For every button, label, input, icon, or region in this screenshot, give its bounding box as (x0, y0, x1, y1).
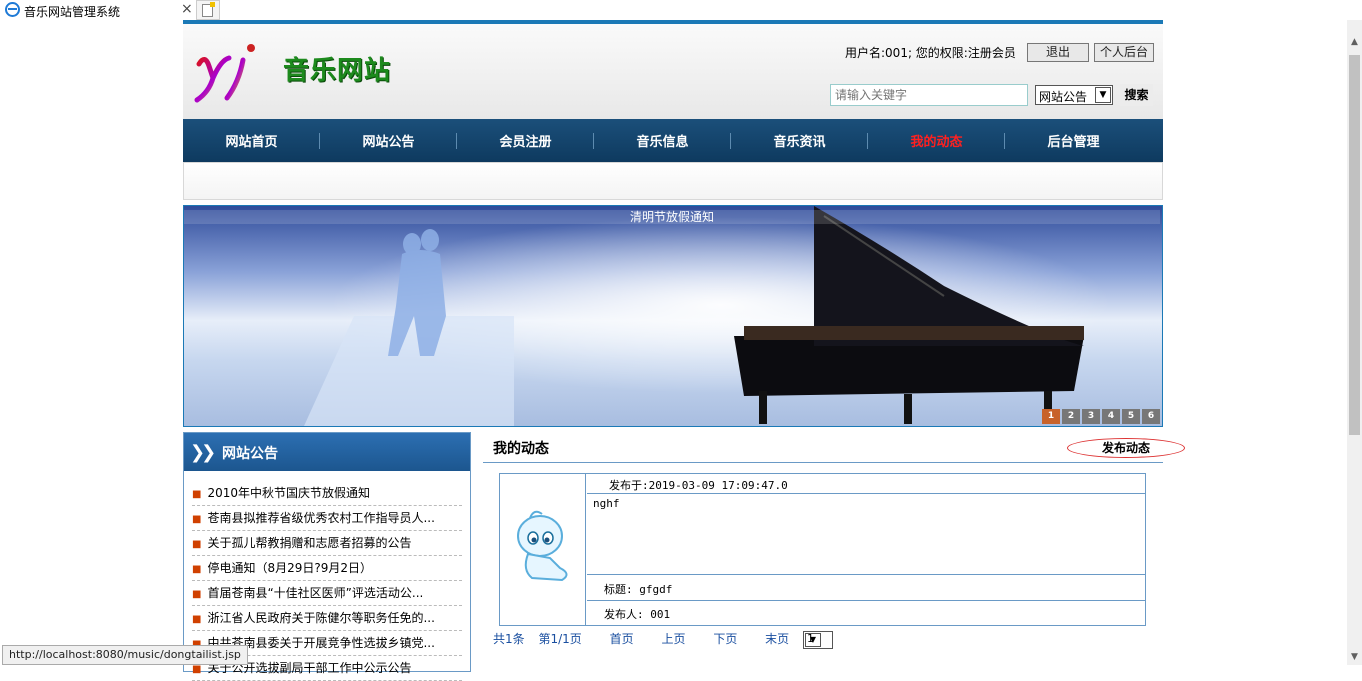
site-logo-text: 音乐网站 (283, 56, 392, 86)
close-tab-icon[interactable]: × (181, 1, 193, 17)
avatar-image (517, 510, 568, 582)
update-post: 发布于:2019-03-09 17:09:47.0 nghf 标题: gfgdf… (499, 473, 1146, 626)
nav-admin[interactable]: 后台管理 (1005, 131, 1142, 150)
announcements-title: 网站公告 (222, 446, 278, 462)
pager-page-info: 第1/1页 (538, 632, 582, 646)
bullet-icon: ■ (192, 539, 202, 550)
my-updates-panel: 我的动态 发布动态 发布于:2019-03-09 17:09:47.0 nghf… (483, 432, 1185, 649)
status-bar-url: http://localhost:8080/music/dongtailist.… (2, 645, 248, 665)
post-subject: 标题: gfgdf (587, 576, 1145, 601)
list-item[interactable]: ■ 停电通知（8月29日?9月2日） (192, 556, 462, 581)
bullet-icon: ■ (192, 564, 202, 575)
list-item[interactable]: ■ 苍南县拟推荐省级优秀农村工作指导员人... (192, 506, 462, 531)
search-button[interactable]: 搜索 (1120, 84, 1153, 106)
announcement-link[interactable]: 2010年中秋节国庆节放假通知 (207, 486, 370, 500)
announcements-header: ❯❯ 网站公告 (184, 433, 470, 471)
pager-total: 共1条 (493, 632, 525, 646)
browser-tab-bar: 音乐网站管理系统 × (0, 0, 1362, 20)
scroll-thumb[interactable] (1349, 55, 1360, 435)
tab-title: 音乐网站管理系统 (24, 5, 121, 19)
banner-dot[interactable]: 4 (1102, 409, 1120, 424)
list-item[interactable]: ■ 2010年中秋节国庆节放假通知 (192, 481, 462, 506)
user-info: 用户名:001; 您的权限:注册会员 (845, 46, 1016, 60)
post-published-time: 发布于:2019-03-09 17:09:47.0 (587, 474, 1145, 494)
announcement-link[interactable]: 停电通知（8月29日?9月2日） (207, 561, 372, 575)
ie-icon (5, 2, 20, 17)
main-nav: 网站首页 网站公告 会员注册 音乐信息 音乐资讯 我的动态 后台管理 (183, 119, 1163, 162)
banner-dot[interactable]: 5 (1122, 409, 1140, 424)
chevron-down-icon: ▼ (1095, 87, 1111, 103)
vertical-scrollbar[interactable]: ▲ ▼ (1347, 20, 1362, 665)
list-item[interactable]: ■ 首届苍南县“十佳社区医师”评选活动公... (192, 581, 462, 606)
announcement-link[interactable]: 首届苍南县“十佳社区医师”评选活动公... (207, 586, 423, 600)
banner-pagination: 1 2 3 4 5 6 (1042, 409, 1160, 424)
list-item[interactable]: ■ 浙江省人民政府关于陈健尔等职务任免的... (192, 606, 462, 631)
nav-announcements[interactable]: 网站公告 (320, 131, 457, 150)
double-chevron-right-icon: ❯❯ (190, 442, 216, 463)
announcement-link[interactable]: 关于孤儿帮教捐赠和志愿者招募的公告 (207, 536, 411, 550)
page-title: 我的动态 (493, 441, 549, 457)
bullet-icon: ■ (192, 664, 202, 675)
nav-music-info[interactable]: 音乐信息 (594, 131, 731, 150)
bullet-icon: ■ (192, 514, 202, 525)
banner-dot[interactable]: 2 (1062, 409, 1080, 424)
post-content: nghf (587, 495, 1145, 575)
post-author: 发布人: 001 (604, 608, 671, 621)
scroll-up-icon[interactable]: ▲ (1347, 35, 1362, 50)
browser-tab[interactable]: 音乐网站管理系统 × (0, 0, 196, 20)
yj-logo-icon (194, 44, 255, 103)
avatar (500, 474, 586, 625)
site: 音乐网站 用户名:001; 您的权限:注册会员 退出 个人后台 网站公告 ▼ 搜… (183, 20, 1185, 681)
new-tab-icon (202, 2, 215, 17)
bullet-icon: ■ (192, 489, 202, 500)
announcement-link[interactable]: 苍南县拟推荐省级优秀农村工作指导员人... (207, 511, 434, 525)
publish-update-link[interactable]: 发布动态 (1067, 438, 1185, 458)
search-input[interactable] (830, 84, 1028, 106)
search-scope-select[interactable]: 网站公告 ▼ (1035, 85, 1113, 105)
banner-caption: 清明节放假通知 (184, 210, 1160, 224)
sub-bar (183, 162, 1163, 200)
banner-dot[interactable]: 1 (1042, 409, 1060, 424)
my-updates-header: 我的动态 发布动态 (483, 432, 1185, 463)
announcement-link[interactable]: 浙江省人民政府关于陈健尔等职务任免的... (207, 611, 434, 625)
announcements-panel: ❯❯ 网站公告 ■ 2010年中秋节国庆节放假通知 ■ 苍南县拟推荐省级优秀农村工作… (183, 432, 471, 681)
scroll-down-icon[interactable]: ▼ (1347, 650, 1362, 665)
banner-dot[interactable]: 3 (1082, 409, 1100, 424)
list-item[interactable]: ■ 关于孤儿帮教捐赠和志愿者招募的公告 (192, 531, 462, 556)
personal-backend-button[interactable]: 个人后台 (1094, 43, 1154, 62)
bullet-icon: ■ (192, 589, 202, 600)
banner-dot[interactable]: 6 (1142, 409, 1160, 424)
banner-slideshow[interactable]: 清明节放假通知 1 2 3 4 5 6 (183, 205, 1163, 427)
new-tab-button[interactable] (196, 0, 220, 20)
bullet-icon: ■ (192, 614, 202, 625)
page-select[interactable]: 1 ▼ (803, 630, 833, 649)
nav-music-news[interactable]: 音乐资讯 (731, 131, 868, 150)
search-scope-value: 网站公告 (1039, 90, 1088, 104)
site-header: 音乐网站 用户名:001; 您的权限:注册会员 退出 个人后台 网站公告 ▼ 搜… (183, 24, 1163, 119)
nav-register[interactable]: 会员注册 (457, 131, 594, 150)
pager-next-link[interactable]: 下页 (713, 632, 737, 646)
logout-button[interactable]: 退出 (1027, 43, 1089, 62)
pager-last-link[interactable]: 末页 (765, 632, 789, 646)
nav-home[interactable]: 网站首页 (183, 131, 320, 150)
pager-prev-link[interactable]: 上页 (661, 632, 685, 646)
pager-first-link[interactable]: 首页 (610, 632, 634, 646)
banner-image (184, 206, 1160, 426)
pagination: 共1条 第1/1页 首页 上页 下页 末页 1 ▼ (493, 630, 843, 649)
chevron-down-icon: ▼ (805, 632, 821, 647)
nav-my-updates[interactable]: 我的动态 (868, 131, 1005, 150)
